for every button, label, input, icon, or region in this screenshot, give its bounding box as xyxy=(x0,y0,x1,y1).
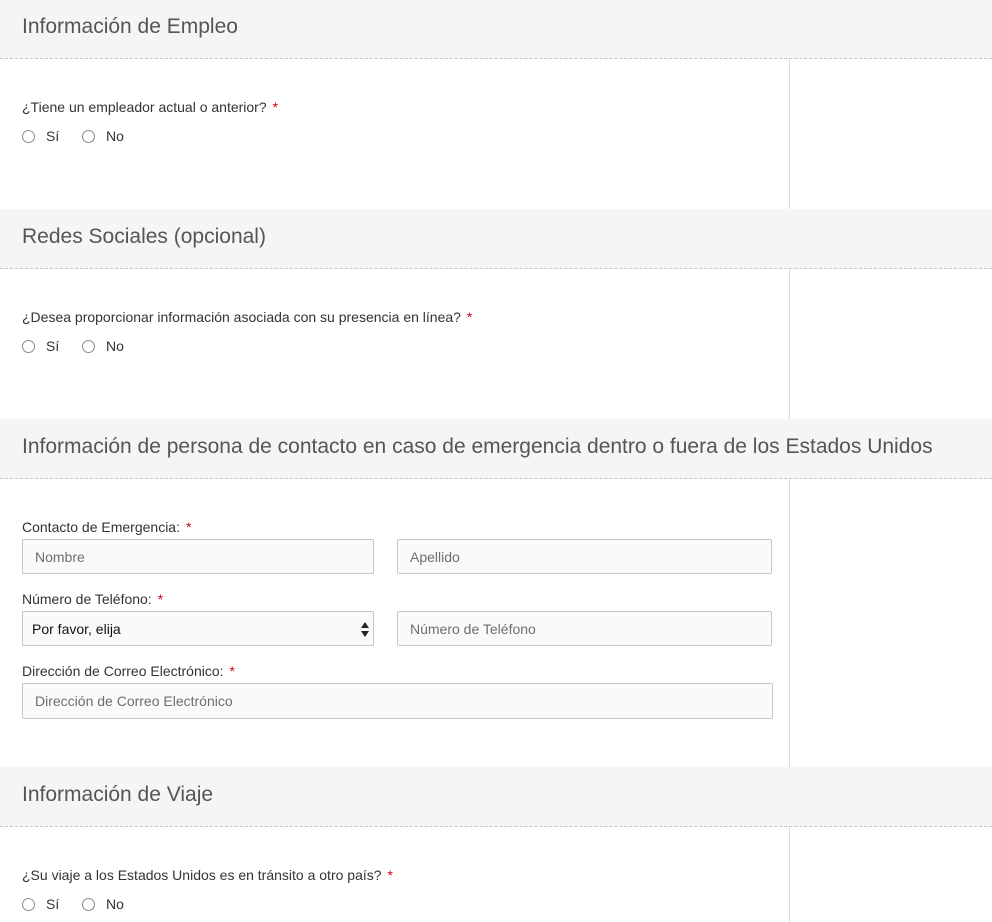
employer-question-label: ¿Tiene un empleador actual o anterior? * xyxy=(22,99,278,115)
social-section-header: Redes Sociales (opcional) xyxy=(0,209,992,269)
required-asterisk: * xyxy=(387,867,393,883)
emergency-contact-text: Contacto de Emergencia: xyxy=(22,519,180,535)
emergency-last-name-input[interactable] xyxy=(397,539,772,574)
emergency-email-label: Dirección de Correo Electrónico: * xyxy=(22,663,235,679)
required-asterisk: * xyxy=(157,591,164,607)
employer-yes-radio[interactable] xyxy=(22,130,35,143)
required-asterisk: * xyxy=(229,663,235,679)
social-section-title: Redes Sociales (opcional) xyxy=(22,225,266,248)
travel-section-body: ¿Su viaje a los Estados Unidos es en trá… xyxy=(0,827,992,922)
emergency-contact-label: Contacto de Emergencia: * xyxy=(22,519,191,535)
transit-no-radio[interactable] xyxy=(82,898,95,911)
employer-yes-label[interactable]: Sí xyxy=(46,128,59,144)
social-yes-label[interactable]: Sí xyxy=(46,338,59,354)
emergency-phone-text: Número de Teléfono: xyxy=(22,591,152,607)
transit-question-text: ¿Su viaje a los Estados Unidos es en trá… xyxy=(22,867,382,883)
employment-section-title: Información de Empleo xyxy=(22,15,238,38)
column-divider xyxy=(789,479,790,767)
social-yes-radio[interactable] xyxy=(22,340,35,353)
social-question-text: ¿Desea proporcionar información asociada… xyxy=(22,309,461,325)
transit-no-label[interactable]: No xyxy=(106,896,124,912)
column-divider xyxy=(789,827,790,922)
social-section-body: ¿Desea proporcionar información asociada… xyxy=(0,269,992,419)
emergency-email-input[interactable] xyxy=(22,683,773,719)
emergency-section-header: Información de persona de contacto en ca… xyxy=(0,419,992,479)
employment-section-header: Información de Empleo xyxy=(0,0,992,59)
required-asterisk: * xyxy=(185,519,192,535)
emergency-email-text: Dirección de Correo Electrónico: xyxy=(22,663,224,679)
employer-no-label[interactable]: No xyxy=(106,128,124,144)
employer-no-radio[interactable] xyxy=(82,130,95,143)
country-code-select[interactable]: Por favor, elija xyxy=(22,611,374,646)
transit-yes-radio[interactable] xyxy=(22,898,35,911)
required-asterisk: * xyxy=(466,309,473,325)
country-code-selected-value: Por favor, elija xyxy=(32,621,121,637)
column-divider xyxy=(789,59,790,209)
column-divider xyxy=(789,269,790,419)
emergency-first-name-input[interactable] xyxy=(22,539,374,574)
emergency-section-body: Contacto de Emergencia: * Número de Teléf… xyxy=(0,479,992,767)
social-no-label[interactable]: No xyxy=(106,338,124,354)
employment-section-body: ¿Tiene un empleador actual o anterior? * … xyxy=(0,59,992,209)
social-no-radio[interactable] xyxy=(82,340,95,353)
travel-section-title: Información de Viaje xyxy=(22,783,214,806)
employer-question-text: ¿Tiene un empleador actual o anterior? xyxy=(22,99,267,115)
travel-section-header: Información de Viaje xyxy=(0,767,992,827)
select-arrows-icon xyxy=(361,622,369,637)
emergency-phone-input[interactable] xyxy=(397,611,772,646)
transit-question-label: ¿Su viaje a los Estados Unidos es en trá… xyxy=(22,867,393,883)
emergency-phone-label: Número de Teléfono: * xyxy=(22,591,163,607)
transit-yes-label[interactable]: Sí xyxy=(46,896,59,912)
emergency-section-title: Información de persona de contacto en ca… xyxy=(22,435,933,458)
required-asterisk: * xyxy=(272,99,279,115)
social-question-label: ¿Desea proporcionar información asociada… xyxy=(22,309,472,325)
